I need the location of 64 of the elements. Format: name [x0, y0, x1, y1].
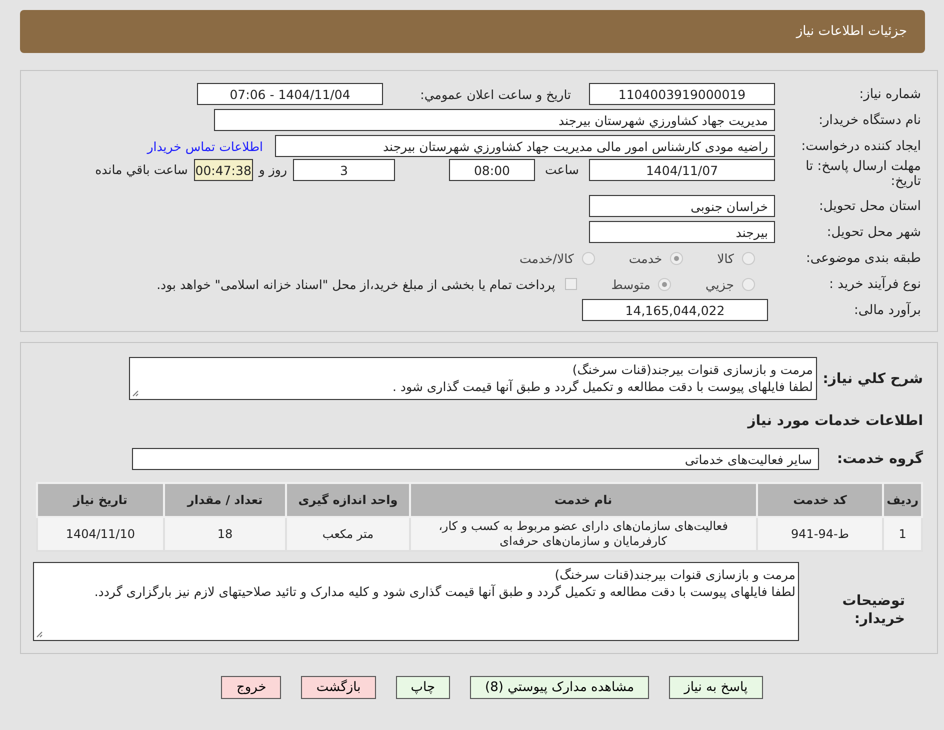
resize-grip-icon[interactable] — [132, 390, 139, 397]
days-field: 3 — [292, 159, 395, 181]
field-label: تاريخ و ساعت اعلان عمومي: — [419, 86, 571, 102]
section-title: اطلاعات خدمات مورد نياز — [748, 413, 923, 429]
need-number-field: 1104003919000019 — [589, 83, 775, 105]
payment-note: پرداخت تمام يا بخشی از مبلغ خريد،از محل "اسناد خزانه اسلامی" خواهد بود. — [156, 276, 556, 292]
buyer-contact-link[interactable]: اطلاعات تماس خريدار — [147, 138, 263, 154]
buyer-field: مديريت جهاد كشاورزي شهرستان بيرجند — [214, 109, 775, 131]
action-button[interactable]: پاسخ به نياز — [669, 676, 763, 699]
radio-label: كالا/خدمت — [519, 250, 574, 266]
radio-label: جزيي — [705, 276, 734, 292]
action-button[interactable]: خروج — [221, 676, 282, 699]
summary-textbox[interactable]: مرمت و بازسازی قنوات بیرجند(قنات سرخنگ) لطفا فایلهای پیوست با دقت مطالعه و تکمیل گردد و طبق آنها قیمت گذاری شود . — [129, 357, 817, 400]
estimate-field: 14,165,044,022 — [582, 299, 768, 321]
requester-field: راضيه مودی كارشناس امور مالی مديريت جهاد كشاورزي شهرستان بيرجند — [275, 135, 775, 157]
action-button[interactable]: چاپ — [396, 676, 450, 699]
field-label: گروه خدمت: — [836, 451, 923, 467]
radio-button[interactable] — [742, 252, 755, 264]
table-cell: ط-94-941 — [756, 517, 884, 551]
column-header: تاريخ نياز — [37, 483, 164, 517]
column-header: واحد اندازه گيری — [286, 483, 410, 517]
page-header: جزئیات اطلاعات نیاز — [20, 10, 925, 53]
field-label: ساعت باقي مانده — [95, 162, 188, 177]
deadline-date-field: 1404/11/07 — [589, 159, 775, 181]
field-label: روز و — [258, 162, 287, 177]
table-cell: 18 — [164, 517, 286, 551]
city-field: بيرجند — [589, 221, 775, 243]
radio-button[interactable] — [658, 278, 672, 290]
field-label: ساعت — [544, 162, 579, 177]
radio-label: كالا — [717, 250, 734, 266]
deadline-time-field: 08:00 — [448, 159, 535, 181]
resize-grip-icon[interactable] — [36, 631, 43, 638]
remaining-time-field: 00:47:38 — [194, 159, 253, 181]
field-label: شماره نياز: — [858, 86, 921, 102]
column-header: كد خدمت — [756, 483, 884, 517]
radio-button[interactable] — [670, 252, 684, 264]
table-cell: 1404/11/10 — [37, 517, 164, 551]
field-label: شرح كلي نياز: — [823, 370, 923, 386]
radio-label: خدمت — [628, 250, 662, 266]
province-field: خراسان جنوبی — [589, 195, 775, 217]
table-cell: 1 — [883, 517, 922, 551]
field-label: طبقه بندی موضوعی: — [804, 250, 921, 266]
action-button[interactable]: مشاهده مدارک پيوستي (8) — [470, 676, 650, 699]
column-header: نام خدمت — [410, 483, 757, 517]
table-cell: متر مکعب — [286, 517, 410, 551]
table-cell: فعالیت‌های سازمان‌های دارای عضو مربوط به کسب و کار، کارفرمایان و سازمان‌های حرفه‌ای — [410, 517, 757, 551]
field-label: نام دستگاه خريدار: — [818, 112, 921, 128]
field-label: نوع فرآيند خريد : — [828, 276, 921, 292]
buyer-notes-textbox[interactable]: مرمت و بازسازی قنوات بیرجند(قنات سرخنگ) لطفا فایلهای پیوست با دقت مطالعه و تکمیل گردد و طبق آنها قیمت گذاری شود و کلیه مدارک و تائید صلاحیتهای لازم نیز بارگزاری گردد. — [33, 562, 800, 641]
checkbox[interactable] — [565, 278, 578, 290]
field-label: برآورد مالی: — [853, 302, 921, 318]
radio-button[interactable] — [582, 252, 595, 264]
service-group-field: سایر فعالیت‌های خدماتی — [132, 448, 819, 470]
radio-label: متوسط — [611, 276, 650, 292]
field-label: شهر محل تحويل: — [826, 224, 921, 240]
field-label: توضيحات خريدار: — [841, 592, 906, 628]
radio-button[interactable] — [742, 278, 755, 290]
announce-date-field: 1404/11/04 - 07:06 — [197, 83, 383, 105]
field-label: ايجاد کننده درخواست: — [800, 138, 921, 154]
column-header: تعداد / مقدار — [164, 483, 286, 517]
field-label: مهلت ارسال پاسخ: تا تاريخ: — [804, 159, 921, 189]
action-button[interactable]: بازگشت — [301, 676, 376, 699]
column-header: رديف — [883, 483, 922, 517]
field-label: استان محل تحويل: — [818, 198, 921, 214]
